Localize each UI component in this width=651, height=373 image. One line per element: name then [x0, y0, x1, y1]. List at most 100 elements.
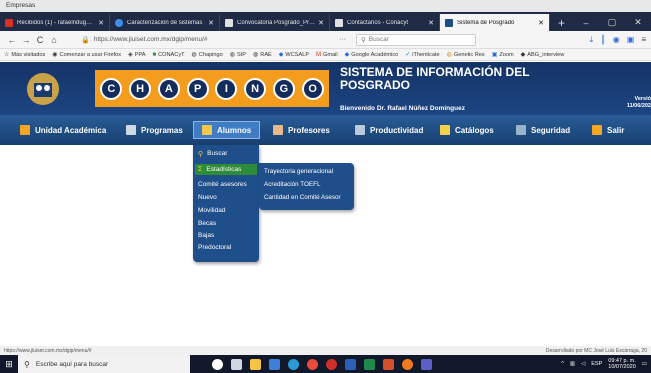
chevron-up-icon[interactable]: ^: [561, 361, 564, 367]
language-indicator[interactable]: ESP: [591, 361, 602, 367]
new-tab-button[interactable]: +: [550, 14, 573, 31]
url-input[interactable]: 🔒 https://www.jluiset.com.mx/dgip/menu/#: [81, 33, 331, 46]
bookmark-mas-visitados[interactable]: ☆ Más visitados: [4, 51, 45, 59]
bookmark-wcsalp[interactable]: ◆ WCSALP: [278, 51, 309, 59]
url-text: https://www.jluiset.com.mx/dgip/menu/#: [93, 36, 208, 43]
volume-icon[interactable]: ◁: [581, 361, 585, 367]
menu-catalogos[interactable]: Catálogos: [440, 121, 494, 139]
teams-icon[interactable]: [421, 358, 432, 370]
site-header: C H A P I N G O SISTEMA DE INFORMACIÓN D…: [0, 62, 651, 115]
menu-item-comite-asesores[interactable]: Comité asesores: [198, 179, 256, 190]
menu-item-nuevo[interactable]: Nuevo: [198, 192, 256, 203]
menu-item-buscar[interactable]: ⚲ Buscar: [198, 148, 256, 159]
page-icon: [225, 18, 233, 27]
windows-taskbar: ⊞ ⚲ Escribe aquí para buscar ^ ▥ ◁ ESP 0…: [0, 355, 651, 373]
menu-unidad-academica[interactable]: Unidad Académica: [20, 121, 106, 139]
tab-conacyt[interactable]: Contáctanos - Conacyt ✕: [330, 14, 440, 31]
globe-icon: ◍: [253, 52, 259, 58]
bookmark-ppa[interactable]: ◈ PPA: [128, 51, 145, 59]
bookmark-zoom[interactable]: ▣ Zoom: [491, 51, 514, 59]
star-icon: ☆: [4, 52, 10, 58]
windows-start-icon[interactable]: ⊞: [0, 355, 18, 373]
bookmark-sip[interactable]: ◍ SIP: [230, 51, 246, 59]
submenu-cantidad-comite[interactable]: Cantidad en Comité Asesor: [264, 194, 341, 201]
tab-sistema-posgrado[interactable]: Sistema de Posgrado ✕: [440, 14, 550, 31]
submenu-trayectoria-generacional[interactable]: Trayectoria generacional: [264, 168, 333, 175]
check-icon: ✓: [405, 52, 411, 58]
firefox-icon[interactable]: [402, 358, 413, 370]
minimize-button[interactable]: –: [573, 18, 599, 28]
menu-programas[interactable]: Programas: [126, 121, 183, 139]
page-icon: [335, 18, 343, 27]
close-icon[interactable]: ✕: [318, 19, 324, 27]
close-icon[interactable]: ✕: [208, 19, 214, 27]
teacher-icon: [273, 125, 283, 135]
menu-productividad[interactable]: Productividad: [355, 121, 423, 139]
bookmark-rae[interactable]: ◍ RAE: [253, 51, 272, 59]
edge-icon[interactable]: [288, 358, 299, 370]
back-button[interactable]: ←: [5, 35, 19, 45]
taskbar-search-input[interactable]: ⚲ Escribe aquí para buscar: [18, 355, 190, 373]
bookmark-firefox[interactable]: ◉ Comenzar a usar Firefox: [52, 51, 121, 59]
clock[interactable]: 09:47 p. m. 10/07/2020: [608, 358, 636, 370]
chrome-icon[interactable]: [307, 358, 318, 370]
bookmark-google-academico[interactable]: ◆ Google Académico: [345, 51, 399, 59]
forward-button[interactable]: →: [19, 35, 33, 45]
page-actions-button[interactable]: ···: [339, 36, 346, 43]
bookmark-ithenticate[interactable]: ✓ iThenticate: [405, 51, 439, 59]
library-icon[interactable]: ║: [600, 35, 606, 45]
bookmark-gmail[interactable]: M Gmail: [316, 52, 338, 58]
download-icon[interactable]: ⤓: [590, 35, 594, 45]
menu-item-estadisticas[interactable]: Σ Estadísticas: [195, 164, 257, 175]
close-icon[interactable]: ✕: [538, 19, 544, 27]
tab-caracterizacion[interactable]: Caracterización de sistemas ✕: [110, 14, 220, 31]
opera-icon[interactable]: [326, 358, 337, 370]
bookmark-chapingo[interactable]: ◍ Chapingo: [192, 51, 223, 59]
clock-date: 10/07/2020: [608, 364, 636, 370]
home-button[interactable]: ⌂: [47, 35, 61, 45]
lock-icon: 🔒: [81, 36, 90, 44]
close-window-button[interactable]: ✕: [625, 17, 651, 28]
menu-item-movilidad[interactable]: Movilidad: [198, 205, 256, 216]
menu-item-predoctoral[interactable]: Predoctoral: [198, 242, 256, 253]
notification-icon[interactable]: ▭: [642, 361, 647, 367]
wcsalp-icon: ◆: [278, 52, 284, 58]
bookmark-genetic-res[interactable]: ◍ Genetic Res: [446, 51, 485, 59]
menu-salir[interactable]: Salir: [592, 121, 624, 139]
tab-gmail[interactable]: Recibidos (1) - rafaelnduguez ✕: [0, 14, 110, 31]
menu-seguridad[interactable]: Seguridad: [516, 121, 570, 139]
maximize-button[interactable]: ▢: [599, 17, 625, 28]
file-explorer-icon[interactable]: [250, 358, 261, 370]
network-icon[interactable]: ▥: [570, 361, 575, 367]
close-icon[interactable]: ✕: [98, 19, 104, 27]
zoom-icon: ▣: [491, 52, 498, 58]
conacyt-icon: ■: [152, 51, 157, 58]
word-icon[interactable]: [345, 358, 356, 370]
bookmark-conacyt[interactable]: ■ CONACyT: [153, 52, 185, 58]
excel-icon[interactable]: [364, 358, 375, 370]
store-icon[interactable]: [269, 358, 280, 370]
tab-label: Convocatoria Posgrado_Primav: [237, 19, 316, 26]
home-icon: [20, 125, 30, 135]
task-view-icon[interactable]: [231, 358, 242, 370]
menu-alumnos[interactable]: Alumnos: [193, 121, 261, 139]
powerpoint-icon[interactable]: [383, 358, 394, 370]
close-icon[interactable]: ✕: [428, 19, 434, 27]
status-url: https://www.jluiset.com.mx/dgip/menu/#: [4, 347, 92, 354]
extension-icon[interactable]: ◉: [613, 35, 620, 45]
chart-icon: [355, 125, 365, 135]
tab-convocatoria[interactable]: Convocatoria Posgrado_Primav ✕: [220, 14, 330, 31]
menu-icon[interactable]: ≡: [641, 35, 646, 45]
submenu-acreditacion-toefl[interactable]: Acreditación TOEFL: [264, 181, 320, 188]
bookmark-abg-interview[interactable]: ◆ ABG_interview: [521, 51, 565, 59]
search-input[interactable]: ⚲ Buscar: [356, 33, 476, 46]
sidebar-icon[interactable]: ▣: [627, 35, 635, 45]
bookmarks-bar: ☆ Más visitados ◉ Comenzar a usar Firefox …: [0, 49, 651, 61]
menu-item-bajas[interactable]: Bajas: [198, 230, 256, 241]
cortana-icon[interactable]: [212, 358, 223, 370]
reload-button[interactable]: C: [33, 35, 47, 45]
globe-icon: ◍: [446, 52, 452, 58]
window-controls: – ▢ ✕: [573, 14, 651, 31]
menu-profesores[interactable]: Profesores: [273, 121, 330, 139]
menu-item-becas[interactable]: Becas: [198, 218, 256, 229]
